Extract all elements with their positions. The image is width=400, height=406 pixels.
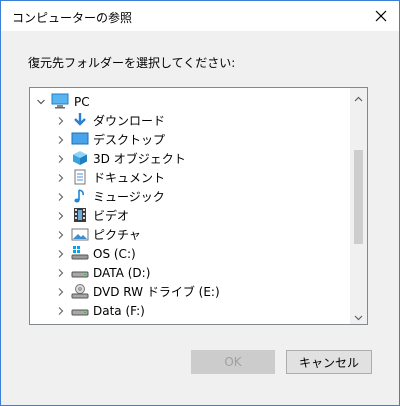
ok-button[interactable]: OK bbox=[191, 350, 275, 374]
chevron-right-icon[interactable] bbox=[56, 306, 66, 316]
tree-item-label: ビデオ bbox=[93, 209, 130, 223]
tree-item-label: OS (C:) bbox=[93, 246, 136, 261]
tree-item[interactable]: ドキュメント bbox=[30, 168, 350, 187]
pc-icon bbox=[51, 93, 69, 109]
chevron-right-icon[interactable] bbox=[56, 116, 66, 126]
chevron-right-icon[interactable] bbox=[56, 173, 66, 183]
tree-item[interactable]: 3D オブジェクト bbox=[30, 149, 350, 168]
video-icon bbox=[71, 207, 89, 223]
tree-item[interactable]: ミュージック bbox=[30, 187, 350, 206]
chevron-right-icon[interactable] bbox=[56, 230, 66, 240]
chevron-right-icon[interactable] bbox=[56, 135, 66, 145]
dvd-drive-icon bbox=[71, 283, 89, 299]
tree-item-label: DVD RW ドライブ (E:) bbox=[93, 285, 220, 299]
tree-item[interactable]: ピクチャ bbox=[30, 225, 350, 244]
scroll-down-button[interactable] bbox=[350, 307, 367, 324]
chevron-right-icon[interactable] bbox=[56, 192, 66, 202]
browse-dialog: コンピューターの参照 復元先フォルダーを選択してください: PC ダウンロードデ… bbox=[0, 0, 400, 406]
3d-objects-icon bbox=[71, 150, 89, 166]
dialog-title: コンピューターの参照 bbox=[12, 11, 133, 25]
close-button[interactable] bbox=[371, 7, 391, 25]
desktop-icon bbox=[71, 131, 89, 147]
tree-item-label: 3D オブジェクト bbox=[93, 152, 186, 166]
tree-item-label: デスクトップ bbox=[93, 133, 166, 147]
tree-item-pc[interactable]: PC bbox=[30, 92, 350, 111]
tree-item[interactable]: ビデオ bbox=[30, 206, 350, 225]
music-icon bbox=[71, 188, 89, 204]
tree-item-label: ドキュメント bbox=[93, 171, 166, 185]
tree-item[interactable]: DVD RW ドライブ (E:) bbox=[30, 282, 350, 301]
title-bar: コンピューターの参照 bbox=[1, 1, 399, 31]
chevron-right-icon[interactable] bbox=[56, 154, 66, 164]
chevron-down-icon[interactable] bbox=[36, 97, 46, 107]
tree-item[interactable]: デスクトップ bbox=[30, 130, 350, 149]
scrollbar-thumb[interactable] bbox=[354, 150, 363, 244]
drive-icon bbox=[71, 264, 89, 280]
scroll-up-button[interactable] bbox=[350, 88, 367, 105]
download-icon bbox=[71, 112, 89, 128]
chevron-right-icon[interactable] bbox=[56, 211, 66, 221]
tree-item[interactable]: OS (C:) bbox=[30, 244, 350, 263]
tree-item-label: ダウンロード bbox=[93, 114, 166, 128]
chevron-right-icon[interactable] bbox=[56, 268, 66, 278]
tree-item[interactable]: DATA (D:) bbox=[30, 263, 350, 282]
cancel-button[interactable]: キャンセル bbox=[286, 350, 372, 374]
drive-icon bbox=[71, 302, 89, 318]
tree-item-label: Data (F:) bbox=[93, 303, 145, 318]
instruction-text: 復元先フォルダーを選択してください: bbox=[28, 56, 236, 70]
tree-item-label: ピクチャ bbox=[93, 228, 141, 242]
chevron-right-icon[interactable] bbox=[56, 287, 66, 297]
tree-item-label: ミュージック bbox=[93, 190, 165, 204]
tree-item-label: PC bbox=[74, 94, 90, 109]
chevron-right-icon[interactable] bbox=[56, 249, 66, 259]
pictures-icon bbox=[71, 226, 89, 242]
tree-item-label: DATA (D:) bbox=[93, 265, 151, 280]
chevron-up-icon bbox=[354, 88, 363, 106]
close-icon bbox=[375, 7, 387, 26]
tree-item[interactable]: ダウンロード bbox=[30, 111, 350, 130]
vertical-scrollbar[interactable] bbox=[350, 88, 367, 324]
documents-icon bbox=[71, 169, 89, 185]
os-drive-icon bbox=[71, 245, 89, 261]
chevron-down-icon bbox=[354, 306, 363, 324]
tree-item[interactable]: Data (F:) bbox=[30, 301, 350, 320]
folder-tree[interactable]: PC ダウンロード デスクトップ 3D オブジェクト ドキュメント ミュージック ビデオピ… bbox=[29, 87, 368, 325]
